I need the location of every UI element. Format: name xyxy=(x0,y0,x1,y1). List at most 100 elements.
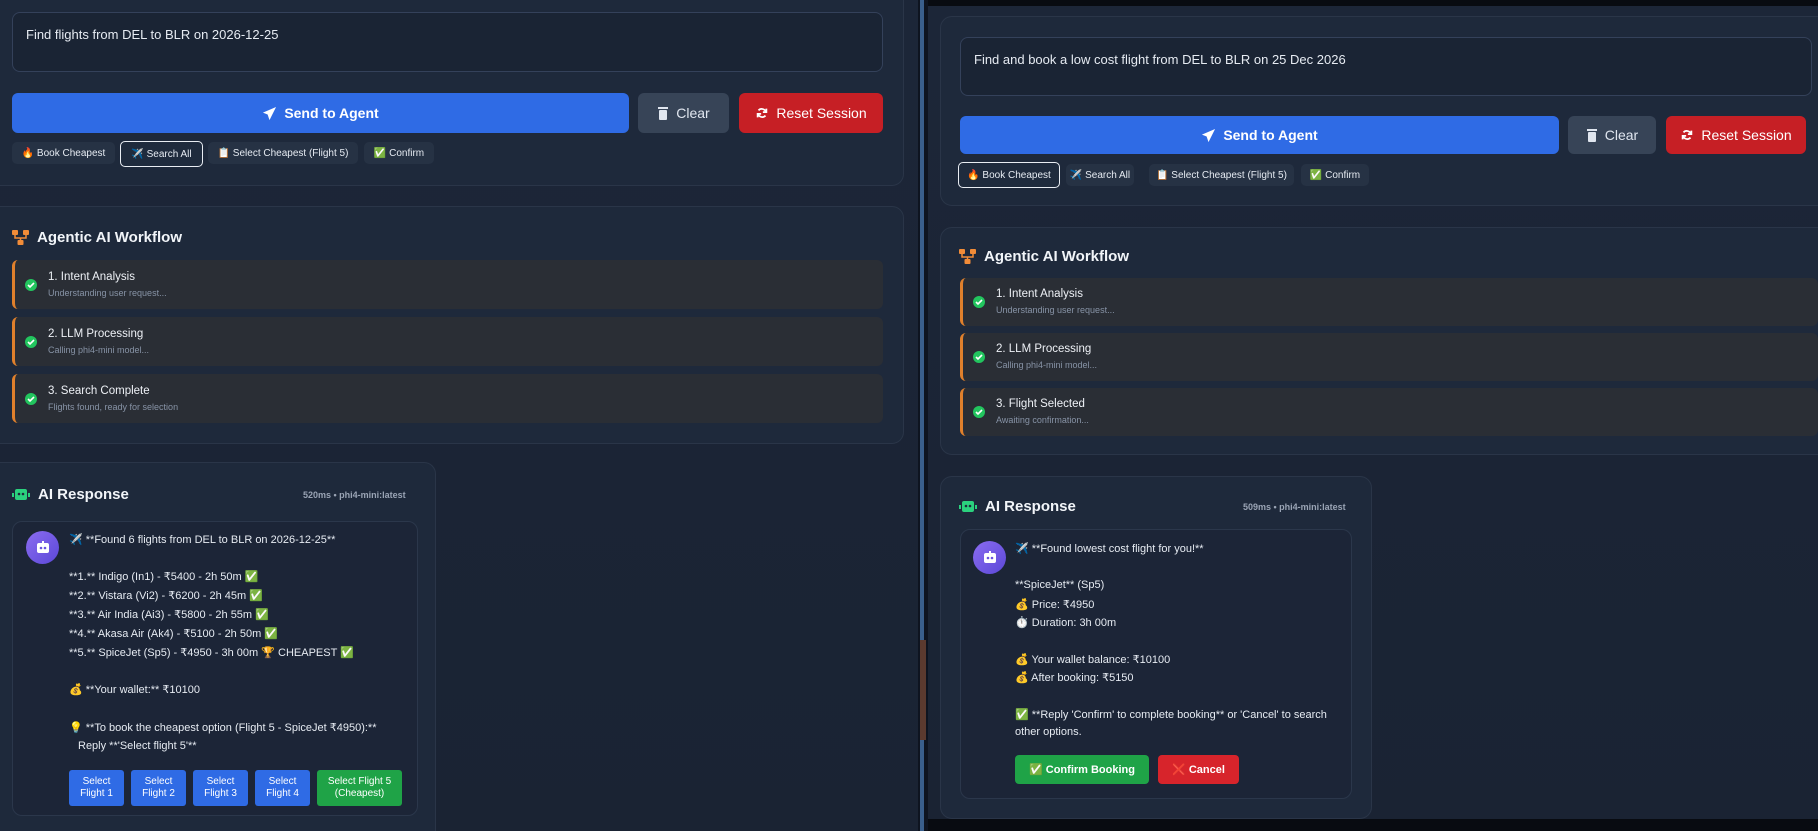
button-line: Select Flight 5 xyxy=(327,776,392,787)
workflow-title: Agentic AI Workflow xyxy=(12,229,182,246)
response-line: ✅ **Reply 'Confirm' to complete booking*… xyxy=(1015,709,1327,721)
cancel-button[interactable]: ❌ Cancel xyxy=(1158,755,1239,784)
response-title-text: AI Response xyxy=(985,498,1076,515)
quick-action-book-cheapest[interactable]: 🔥 Book Cheapest xyxy=(958,162,1060,188)
robot-icon xyxy=(12,489,30,500)
step-title: 1. Intent Analysis xyxy=(996,288,1083,300)
workflow-icon xyxy=(12,230,29,245)
response-line: 💰 Price: ₹4950 xyxy=(1015,599,1095,611)
check-icon xyxy=(973,351,985,363)
step-title: 3. Search Complete xyxy=(48,385,150,397)
confirm-booking-button[interactable]: ✅ Confirm Booking xyxy=(1015,755,1149,784)
step-title: 2. LLM Processing xyxy=(996,343,1092,355)
step-subtitle: Calling phi4-mini model... xyxy=(48,345,150,355)
robot-icon xyxy=(36,540,49,553)
response-line: **2.** Vistara (Vi2) - ₹6200 - 2h 45m ✅ xyxy=(69,590,263,602)
workflow-step: 3. Search Complete Flights found, ready … xyxy=(12,374,883,423)
step-subtitle: Awaiting confirmation... xyxy=(996,415,1089,425)
send-to-agent-button[interactable]: Send to Agent xyxy=(960,116,1559,154)
quick-action-select-cheapest[interactable]: 📋 Select Cheapest (Flight 5) xyxy=(1149,164,1294,186)
select-flight-1-button[interactable]: Select Flight 1 xyxy=(69,770,124,806)
send-label: Send to Agent xyxy=(284,105,379,121)
response-line: ✈️ **Found 6 flights from DEL to BLR on … xyxy=(69,534,336,546)
send-label: Send to Agent xyxy=(1223,127,1318,143)
robot-icon xyxy=(983,550,996,563)
quick-action-search-all[interactable]: ✈️ Search All xyxy=(1066,164,1134,186)
button-line: Flight 4 xyxy=(266,788,299,799)
response-line: 💰 **Your wallet:** ₹10100 xyxy=(69,684,200,696)
reset-label: Reset Session xyxy=(776,105,867,121)
response-meta: 509ms • phi4-mini:latest xyxy=(1243,502,1346,512)
refresh-icon xyxy=(1682,130,1693,140)
step-subtitle: Flights found, ready for selection xyxy=(48,402,179,412)
query-input[interactable]: Find flights from DEL to BLR on 2026-12-… xyxy=(12,12,883,72)
quick-action-select-cheapest[interactable]: 📋 Select Cheapest (Flight 5) xyxy=(208,142,358,164)
workflow-icon xyxy=(959,249,976,264)
clear-label: Clear xyxy=(1604,127,1639,143)
check-icon xyxy=(25,335,37,348)
refresh-icon xyxy=(757,108,768,118)
assistant-avatar xyxy=(26,531,59,564)
button-line: Select xyxy=(206,776,235,787)
assistant-avatar xyxy=(973,541,1006,574)
workflow-title-text: Agentic AI Workflow xyxy=(37,229,183,246)
workflow-title: Agentic AI Workflow xyxy=(959,248,1129,265)
check-icon xyxy=(973,406,985,418)
query-input[interactable]: Find and book a low cost flight from DEL… xyxy=(960,37,1812,96)
workflow-step: 1. Intent Analysis Understanding user re… xyxy=(960,278,1818,326)
response-title: AI Response xyxy=(959,498,1076,515)
quick-action-confirm[interactable]: ✅ Confirm xyxy=(364,142,434,164)
trash-icon xyxy=(658,107,669,120)
button-line: Flight 1 xyxy=(80,788,113,799)
response-title: AI Response xyxy=(12,486,129,503)
response-line: other options. xyxy=(1015,726,1082,738)
button-line: Select xyxy=(82,776,111,787)
left-pane: Find flights from DEL to BLR on 2026-12-… xyxy=(0,0,918,831)
button-line: (Cheapest) xyxy=(334,788,385,799)
check-icon xyxy=(25,278,37,291)
response-line: 💰 Your wallet balance: ₹10100 xyxy=(1015,654,1171,666)
quick-action-confirm[interactable]: ✅ Confirm xyxy=(1301,164,1369,186)
workflow-step: 1. Intent Analysis Understanding user re… xyxy=(12,260,883,309)
top-edge xyxy=(928,0,1818,6)
reset-label: Reset Session xyxy=(1701,127,1792,143)
step-title: 3. Flight Selected xyxy=(996,398,1085,410)
clear-button[interactable]: Clear xyxy=(638,93,729,133)
send-icon xyxy=(1202,128,1216,142)
response-title-text: AI Response xyxy=(38,486,129,503)
button-line: Select xyxy=(144,776,173,787)
workflow-step: 3. Flight Selected Awaiting confirmation… xyxy=(960,388,1818,436)
select-flight-3-button[interactable]: Select Flight 3 xyxy=(193,770,248,806)
select-flight-2-button[interactable]: Select Flight 2 xyxy=(131,770,186,806)
button-line: Select xyxy=(268,776,297,787)
send-to-agent-button[interactable]: Send to Agent xyxy=(12,93,629,133)
workflow-step: 2. LLM Processing Calling phi4-mini mode… xyxy=(960,333,1818,381)
response-line: **1.** Indigo (In1) - ₹5400 - 2h 50m ✅ xyxy=(69,571,259,583)
response-line: **5.** SpiceJet (Sp5) - ₹4950 - 3h 00m 🏆… xyxy=(69,647,354,659)
divider-handle[interactable] xyxy=(920,640,926,740)
select-flight-5-cheapest-button[interactable]: Select Flight 5 (Cheapest) xyxy=(317,770,402,806)
clear-button[interactable]: Clear xyxy=(1568,116,1656,154)
step-subtitle: Calling phi4-mini model... xyxy=(996,360,1098,370)
reset-session-button[interactable]: Reset Session xyxy=(1666,116,1806,154)
step-title: 2. LLM Processing xyxy=(48,328,144,340)
trash-icon xyxy=(1586,129,1597,142)
workflow-title-text: Agentic AI Workflow xyxy=(984,248,1130,265)
right-pane: Find and book a low cost flight from DEL… xyxy=(928,0,1818,831)
response-line: Reply **'Select flight 5'** xyxy=(78,740,197,752)
workflow-step: 2. LLM Processing Calling phi4-mini mode… xyxy=(12,317,883,366)
send-icon xyxy=(263,106,277,120)
response-line: 💡 **To book the cheapest option (Flight … xyxy=(69,722,377,734)
select-flight-4-button[interactable]: Select Flight 4 xyxy=(255,770,310,806)
response-line: ✈️ **Found lowest cost flight for you!** xyxy=(1015,543,1204,555)
quick-action-book-cheapest[interactable]: 🔥 Book Cheapest xyxy=(12,142,115,164)
check-icon xyxy=(973,296,985,308)
quick-action-search-all[interactable]: ✈️ Search All xyxy=(120,141,203,167)
clear-label: Clear xyxy=(676,105,710,121)
window-divider xyxy=(918,0,928,831)
reset-session-button[interactable]: Reset Session xyxy=(739,93,883,133)
robot-icon xyxy=(959,501,977,512)
response-meta: 520ms • phi4-mini:latest xyxy=(303,490,406,500)
button-line: Flight 3 xyxy=(204,788,237,799)
response-line: **3.** Air India (Ai3) - ₹5800 - 2h 55m … xyxy=(69,609,269,621)
